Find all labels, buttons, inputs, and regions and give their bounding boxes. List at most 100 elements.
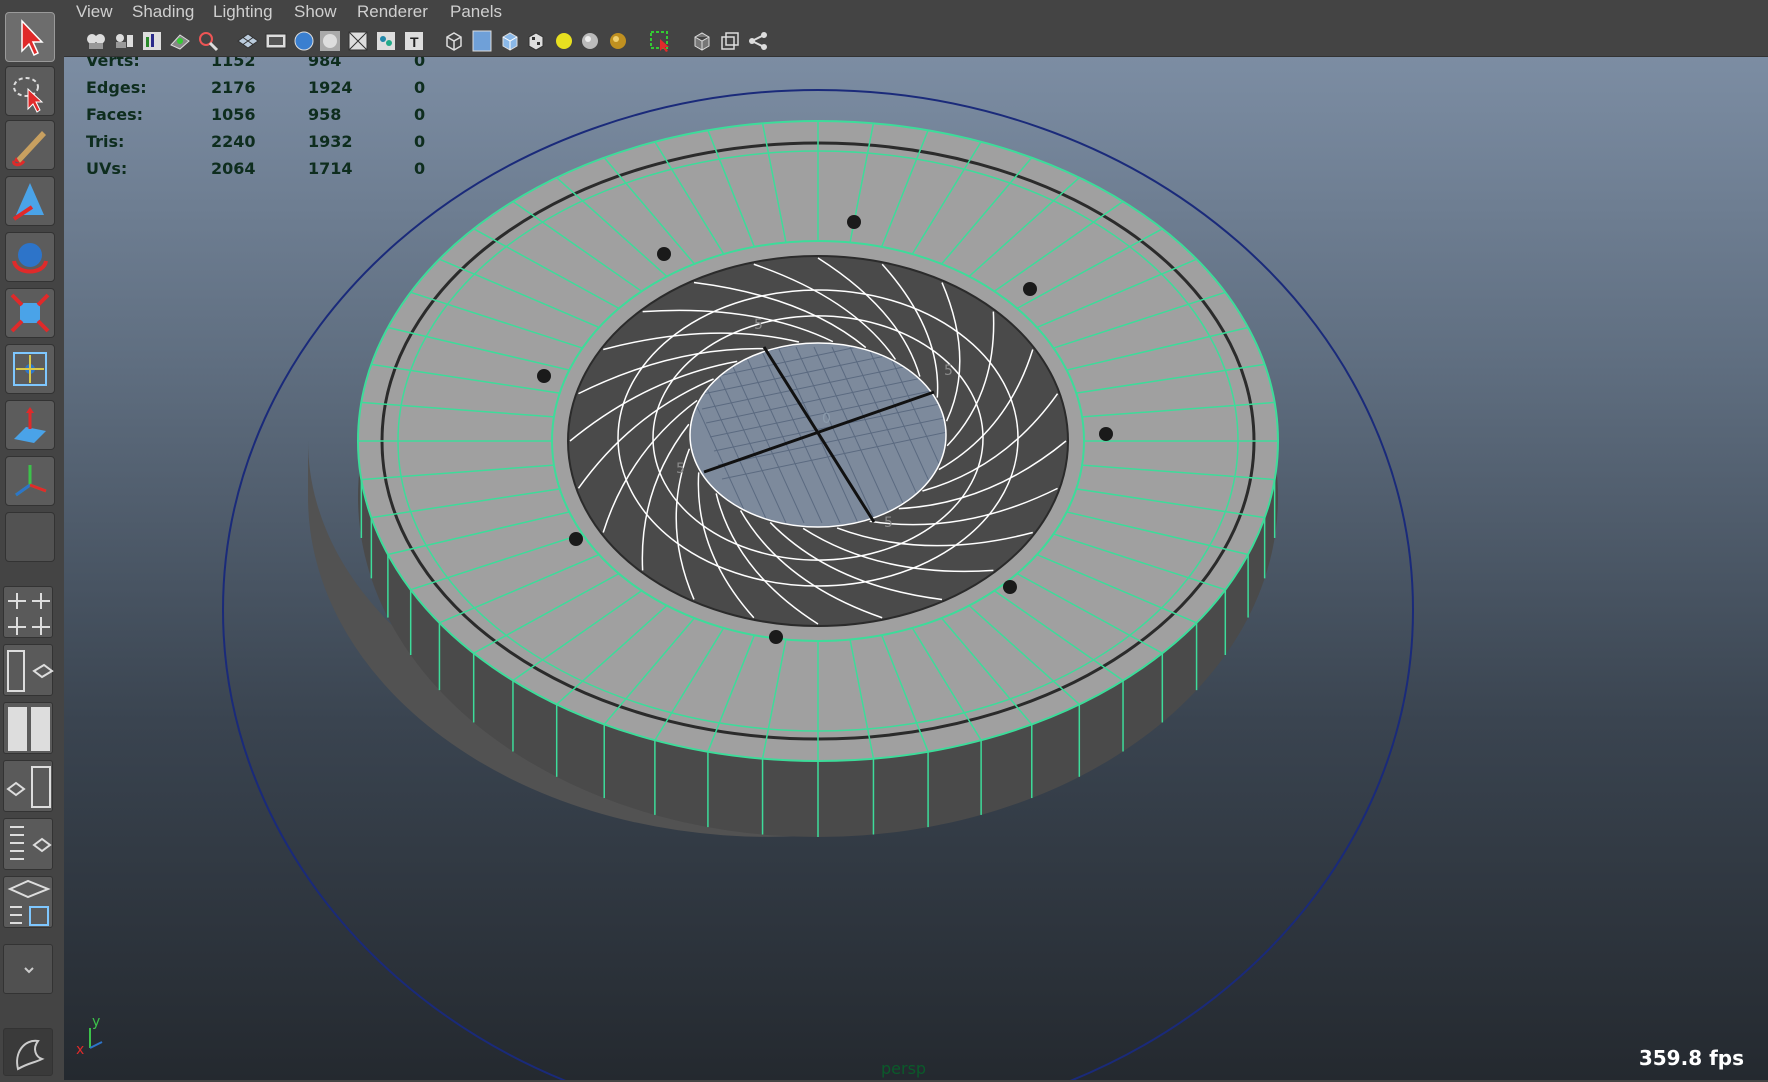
scene-canvas[interactable]: 0 5 5 5 5 bbox=[64, 57, 1768, 1080]
isolate-select-icon[interactable] bbox=[648, 29, 672, 53]
menu-panels[interactable]: Panels bbox=[450, 2, 502, 22]
shadows-icon[interactable] bbox=[578, 29, 602, 53]
layout-two-pane-button[interactable] bbox=[3, 702, 53, 754]
image-plane-icon[interactable] bbox=[168, 29, 192, 53]
move-icon bbox=[12, 183, 44, 221]
universal-manipulator-button[interactable] bbox=[5, 344, 55, 394]
layout-persp-graph-button[interactable] bbox=[3, 760, 53, 812]
hud-value-selected: 1924 bbox=[308, 78, 353, 97]
hud-value-zero: 0 bbox=[414, 78, 426, 97]
view-axis-icon: y x bbox=[76, 1014, 103, 1058]
move-tool-button[interactable] bbox=[5, 176, 55, 226]
safe-action-icon[interactable] bbox=[374, 29, 398, 53]
select-camera-icon[interactable] bbox=[84, 29, 108, 53]
wireframe-on-shaded-icon[interactable] bbox=[498, 29, 522, 53]
hud-value-selected: 984 bbox=[308, 57, 342, 70]
menu-renderer[interactable]: Renderer bbox=[357, 2, 428, 22]
bolt-marker[interactable] bbox=[537, 369, 551, 383]
soft-mod-tool-button[interactable] bbox=[5, 400, 55, 450]
bolt-marker[interactable] bbox=[569, 532, 583, 546]
layout-expand-button[interactable] bbox=[3, 944, 53, 994]
two-pane-layout-icon bbox=[8, 707, 50, 751]
lasso-select-icon bbox=[13, 77, 44, 113]
wireframe-icon[interactable] bbox=[442, 29, 466, 53]
bolt-marker[interactable] bbox=[657, 247, 671, 261]
show-manipulator-icon bbox=[15, 465, 47, 497]
hud-value-zero: 0 bbox=[414, 57, 426, 70]
perspective-viewport[interactable]: 0 5 5 5 5 Verts: 1152 984 0 Edges: 2176 … bbox=[64, 57, 1768, 1080]
grid-label-right: 5 bbox=[944, 363, 953, 379]
paint-select-tool-button[interactable] bbox=[5, 120, 55, 170]
layout-outliner-persp-button[interactable] bbox=[3, 818, 53, 870]
xray-joints-icon[interactable] bbox=[718, 29, 742, 53]
universal-manipulator-icon bbox=[13, 352, 47, 386]
select-tool-button[interactable] bbox=[5, 12, 55, 62]
bolt-marker[interactable] bbox=[847, 215, 861, 229]
layout-four-view-button[interactable] bbox=[3, 586, 53, 638]
maya-logo-icon bbox=[16, 1039, 45, 1071]
bolt-marker[interactable] bbox=[1099, 427, 1113, 441]
safe-title-icon[interactable]: T bbox=[402, 29, 426, 53]
last-tool-button[interactable] bbox=[5, 512, 55, 562]
bolt-marker[interactable] bbox=[1023, 282, 1037, 296]
xray-components-icon[interactable] bbox=[746, 29, 770, 53]
gate-mask-icon[interactable] bbox=[318, 29, 342, 53]
axis-x-label: x bbox=[76, 1042, 84, 1058]
hud-value-total: 2064 bbox=[211, 159, 256, 178]
four-view-layout-icon bbox=[8, 593, 50, 635]
use-all-lights-icon[interactable] bbox=[552, 29, 576, 53]
camera-attributes-icon[interactable] bbox=[112, 29, 136, 53]
hud-row-edges: Edges: 2176 1924 0 bbox=[86, 78, 526, 108]
screen-space-ambient-occlusion-icon[interactable] bbox=[606, 29, 630, 53]
show-manipulator-button[interactable] bbox=[5, 456, 55, 506]
hud-row-faces: Faces: 1056 958 0 bbox=[86, 105, 526, 135]
persp-graph-layout-icon bbox=[6, 766, 51, 808]
bolt-marker[interactable] bbox=[769, 630, 783, 644]
hud-value-total: 1056 bbox=[211, 105, 256, 124]
hud-value-selected: 1714 bbox=[308, 159, 353, 178]
hud-label: UVs: bbox=[86, 159, 128, 178]
menu-lighting[interactable]: Lighting bbox=[213, 2, 273, 22]
panel-menubar: View Shading Lighting Show Renderer Pane… bbox=[64, 0, 1768, 24]
grid-label-top: 5 bbox=[754, 317, 763, 333]
hud-row-uvs: UVs: 2064 1714 0 bbox=[86, 159, 526, 189]
menu-show[interactable]: Show bbox=[294, 2, 337, 22]
menu-shading[interactable]: Shading bbox=[132, 2, 194, 22]
hud-value-selected: 958 bbox=[308, 105, 342, 124]
mel-command-button[interactable] bbox=[3, 1028, 53, 1076]
bookmarks-icon[interactable] bbox=[140, 29, 164, 53]
film-gate-icon[interactable] bbox=[264, 29, 288, 53]
hud-value-zero: 0 bbox=[414, 105, 426, 124]
bolt-marker[interactable] bbox=[1003, 580, 1017, 594]
camera-name-label: persp bbox=[881, 1059, 927, 1078]
menu-view[interactable]: View bbox=[76, 2, 113, 22]
hud-value-zero: 0 bbox=[414, 159, 426, 178]
grid-icon[interactable] bbox=[236, 29, 260, 53]
rotate-tool-button[interactable] bbox=[5, 232, 55, 282]
select-arrow-icon bbox=[21, 19, 44, 57]
lasso-tool-button[interactable] bbox=[5, 66, 55, 116]
scale-icon bbox=[10, 293, 50, 333]
fps-counter: 359.8 fps bbox=[1638, 1046, 1744, 1070]
paint-select-icon bbox=[12, 131, 46, 167]
hud-value-total: 1152 bbox=[211, 57, 256, 70]
chevron-down-icon bbox=[24, 967, 34, 974]
hud-row-tris: Tris: 2240 1932 0 bbox=[86, 132, 526, 162]
textured-icon[interactable] bbox=[524, 29, 548, 53]
hud-value-total: 2176 bbox=[211, 78, 256, 97]
soft-mod-icon bbox=[14, 407, 46, 443]
layout-persp-uv-button[interactable] bbox=[3, 876, 53, 928]
layout-persp-outliner-button[interactable] bbox=[3, 644, 54, 696]
hud-label: Verts: bbox=[86, 57, 140, 70]
axis-y-label: y bbox=[92, 1014, 100, 1030]
xray-icon[interactable] bbox=[690, 29, 714, 53]
rotate-icon bbox=[12, 243, 48, 274]
hud-value-total: 2240 bbox=[211, 132, 256, 151]
resolution-gate-icon[interactable] bbox=[292, 29, 316, 53]
hud-label: Tris: bbox=[86, 132, 125, 151]
field-chart-icon[interactable] bbox=[346, 29, 370, 53]
smooth-shade-icon[interactable] bbox=[470, 29, 494, 53]
persp-uv-layout-icon bbox=[7, 879, 51, 926]
2d-pan-zoom-icon[interactable] bbox=[196, 29, 220, 53]
scale-tool-button[interactable] bbox=[5, 288, 55, 338]
